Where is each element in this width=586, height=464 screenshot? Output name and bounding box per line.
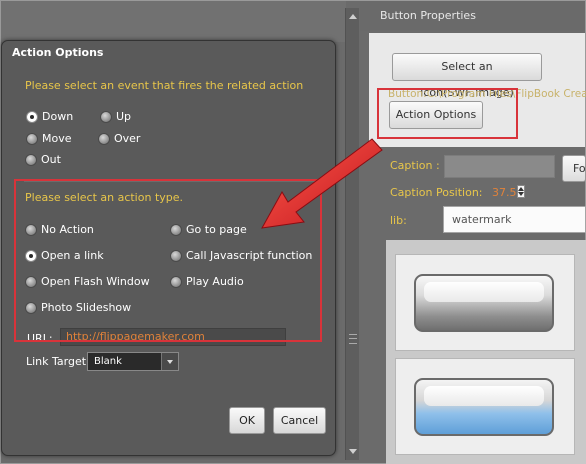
link-target-value: Blank [94,356,122,367]
blue-button-preview-icon [414,378,554,436]
radio-checked-icon [26,111,38,123]
caption-position-spinner-icon[interactable] [517,185,525,198]
event-radio-out[interactable]: Out [25,153,61,167]
radio-icon [26,133,38,145]
event-radio-over[interactable]: Over [98,132,140,146]
ok-button[interactable]: OK [229,407,265,434]
event-radio-up[interactable]: Up [100,110,131,124]
link-target-select[interactable]: Blank [87,352,179,371]
lib-label: lib: [390,214,407,227]
cancel-button[interactable]: Cancel [273,407,326,434]
caption-font-button[interactable]: Fo [562,155,586,182]
radio-icon [100,111,112,123]
radio-icon [98,133,110,145]
dialog-title: Action Options [12,46,104,59]
caption-label: Caption : [390,159,440,172]
gray-button-preview-icon [414,274,554,332]
event-radio-down[interactable]: Down [26,110,73,124]
left-scrollbar[interactable] [345,8,359,460]
link-target-label: Link Target: [26,355,90,368]
button-properties-header: Button Properties [360,1,585,31]
event-prompt: Please select an event that fires the re… [25,79,304,92]
highlight-box-action-types [14,179,322,342]
button-style-thumbnail[interactable] [395,254,575,351]
event-radio-move[interactable]: Move [26,132,72,146]
scroll-grip-icon[interactable] [349,334,357,344]
scroll-up-icon[interactable] [349,14,357,19]
chevron-down-icon[interactable] [161,353,178,370]
caption-position-value[interactable]: 37.5 [492,186,517,199]
left-panel-header [1,1,346,42]
caption-input[interactable] [444,155,555,178]
select-icon-button[interactable]: Select an Icon(SWF,Image) [392,53,542,99]
caption-position-label: Caption Position: [390,186,483,199]
scroll-down-icon[interactable] [349,449,357,454]
highlight-box-action-options [377,88,518,139]
radio-icon [25,154,37,166]
button-style-gallery [386,240,586,464]
lib-select[interactable]: watermark [443,206,586,233]
button-style-thumbnail[interactable] [395,358,575,455]
